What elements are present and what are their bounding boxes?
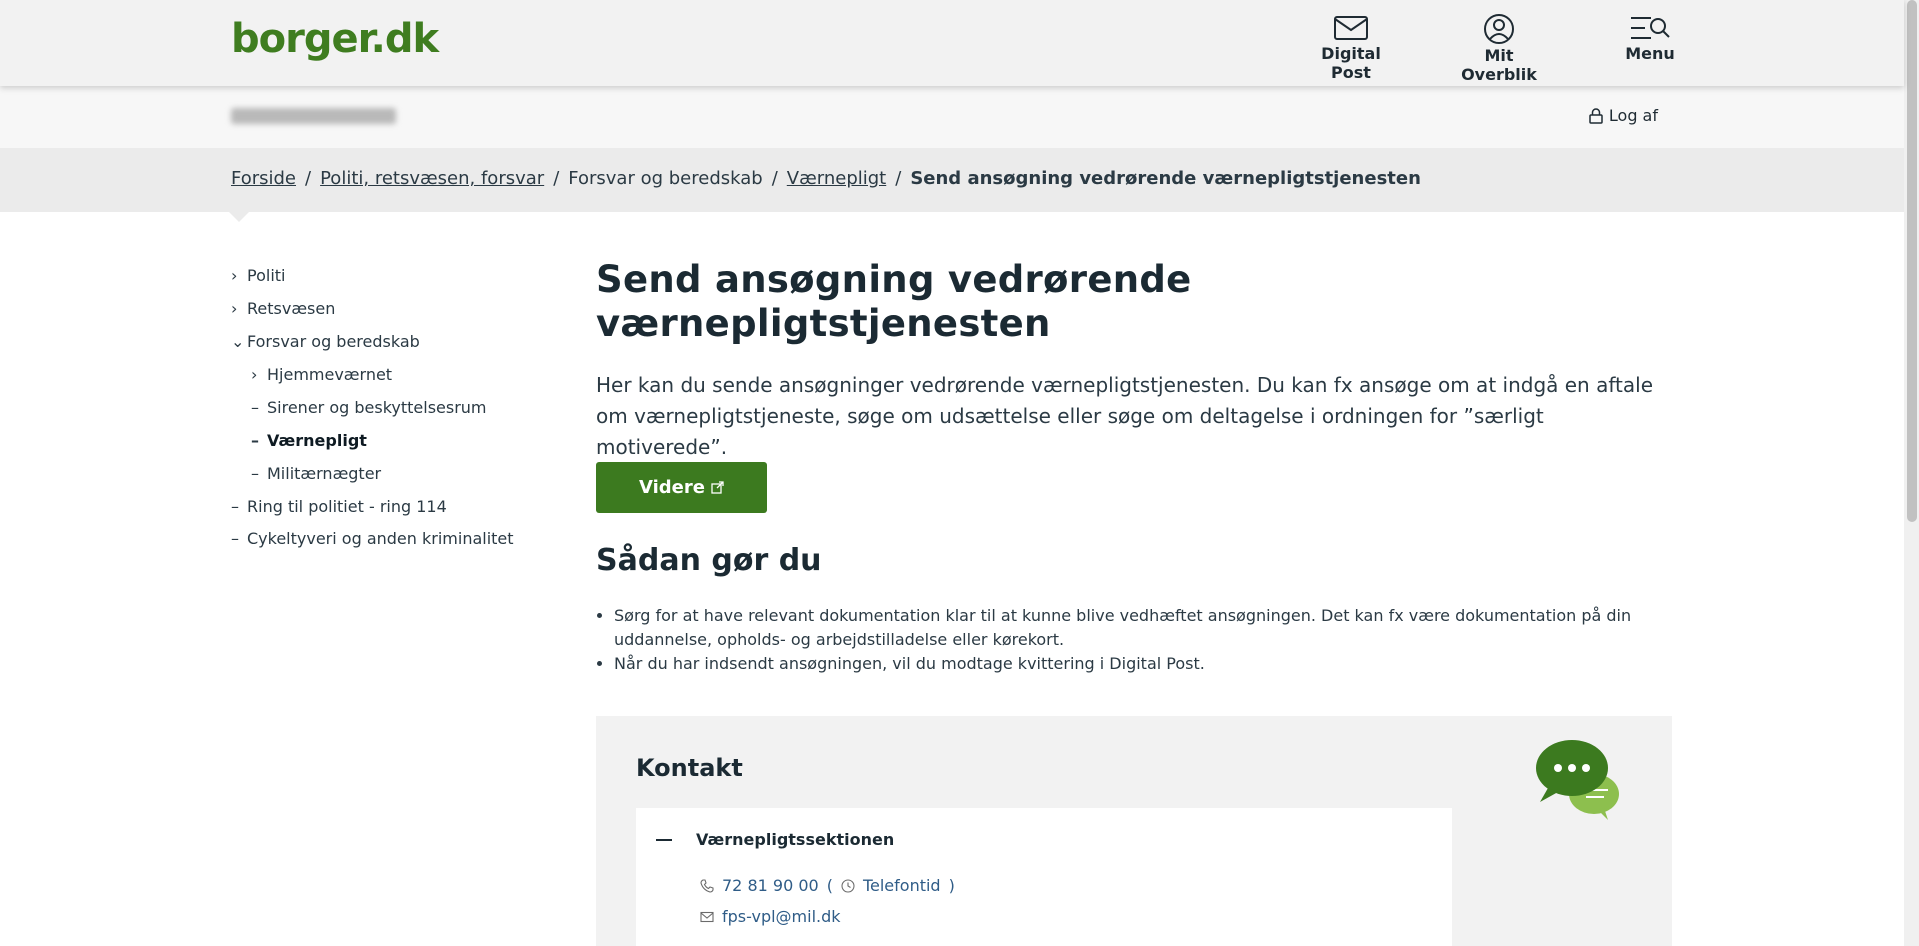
lead-paragraph: Her kan du sende ansøgninger vedrørende … bbox=[596, 373, 1653, 459]
videre-button[interactable]: Videre bbox=[596, 462, 767, 513]
digital-post-label: Digital Post bbox=[1321, 44, 1381, 82]
digital-post-button[interactable]: Digital Post bbox=[1301, 14, 1401, 82]
main-content: Send ansøgning vedrørende værnepligtstje… bbox=[596, 258, 1672, 673]
menu-label: Menu bbox=[1625, 44, 1675, 63]
breadcrumb-current: Send ansøgning vedrørende værnepligtstje… bbox=[910, 168, 1421, 189]
howto-list: Sørg for at have relevant dokumentation … bbox=[596, 604, 1674, 676]
contact-heading: Kontakt bbox=[636, 754, 743, 782]
sidenav-item-cykeltyveri[interactable]: – Cykeltyveri og anden kriminalitet bbox=[231, 529, 514, 548]
logout-button[interactable]: Log af bbox=[1589, 106, 1658, 125]
page-scrollbar[interactable] bbox=[1904, 0, 1919, 946]
breadcrumb-forsvar-og-beredskab: Forsvar og beredskab bbox=[568, 168, 763, 189]
sidenav-item-hjemmevaernet[interactable]: › Hjemmeværnet bbox=[251, 365, 392, 384]
breadcrumb-politi-retsvaesen-forsvar[interactable]: Politi, retsvæsen, forsvar bbox=[320, 168, 544, 189]
lock-icon bbox=[1589, 107, 1603, 124]
howto-heading: Sådan gør du bbox=[596, 543, 822, 578]
page-title: Send ansøgning vedrørende værnepligtstje… bbox=[596, 258, 1192, 345]
contact-name[interactable]: Værnepligtssektionen bbox=[696, 830, 894, 849]
contact-card: Værnepligtssektionen 72 81 90 00 ( Telef… bbox=[636, 808, 1452, 946]
logout-label: Log af bbox=[1608, 106, 1658, 125]
sidenav-item-sirener[interactable]: – Sirener og beskyttelsesrum bbox=[251, 398, 487, 417]
borger-dk-logo[interactable]: borger.dk bbox=[231, 16, 439, 62]
mit-overblik-button[interactable]: Mit Overblik bbox=[1446, 14, 1552, 84]
phone-row: 72 81 90 00 ( Telefontid ) bbox=[700, 876, 955, 895]
list-item: Når du har indsendt ansøgningen, vil du … bbox=[614, 652, 1674, 676]
clock-icon bbox=[841, 878, 855, 893]
breadcrumb-bar: Forside / Politi, retsvæsen, forsvar / Forsv… bbox=[0, 148, 1904, 212]
user-circle-icon bbox=[1484, 14, 1514, 44]
breadcrumb-forside[interactable]: Forside bbox=[231, 168, 296, 189]
sidenav-item-forsvar-og-beredskab[interactable]: ⌄ Forsvar og beredskab bbox=[231, 332, 420, 351]
breadcrumb: Forside / Politi, retsvæsen, forsvar / Forsv… bbox=[231, 168, 1421, 189]
paren-close: ) bbox=[948, 876, 955, 895]
menu-search-icon bbox=[1631, 17, 1670, 39]
scrollbar-thumb[interactable] bbox=[1907, 0, 1917, 522]
user-bar: Log af bbox=[0, 86, 1904, 148]
blurred-username bbox=[231, 108, 396, 124]
menu-button[interactable]: Menu bbox=[1620, 14, 1680, 63]
sidenav-item-politi[interactable]: › Politi bbox=[231, 266, 285, 285]
mail-icon bbox=[700, 911, 714, 923]
contact-box: Kontakt Værnepligtssektionen 72 81 90 00… bbox=[596, 716, 1672, 946]
envelope-icon bbox=[1334, 16, 1368, 40]
collapse-icon[interactable] bbox=[656, 839, 672, 841]
sidenav-item-militaernaegter[interactable]: – Militærnægter bbox=[251, 464, 381, 483]
site-header: borger.dk Digital Post Mit Overblik Menu bbox=[0, 0, 1904, 86]
videre-label: Videre bbox=[639, 477, 705, 498]
mit-overblik-label: Mit Overblik bbox=[1461, 46, 1537, 84]
list-item: Sørg for at have relevant dokumentation … bbox=[614, 604, 1674, 652]
external-link-icon bbox=[711, 481, 724, 494]
chat-bubbles-icon bbox=[1536, 740, 1619, 820]
breadcrumb-notch bbox=[229, 212, 249, 222]
sidenav-item-retsvaesen[interactable]: › Retsvæsen bbox=[231, 299, 335, 318]
breadcrumb-vaernepligt[interactable]: Værnepligt bbox=[787, 168, 886, 189]
email-link[interactable]: fps-vpl@mil.dk bbox=[722, 907, 841, 926]
sidenav-item-vaernepligt[interactable]: – Værnepligt bbox=[251, 431, 367, 450]
phone-number[interactable]: 72 81 90 00 bbox=[722, 876, 819, 895]
sidenav-item-ring-til-politiet[interactable]: – Ring til politiet - ring 114 bbox=[231, 497, 447, 516]
email-row: fps-vpl@mil.dk bbox=[700, 907, 841, 926]
phone-icon bbox=[700, 878, 714, 893]
paren-open: ( bbox=[826, 876, 833, 895]
phone-hours-link[interactable]: Telefontid bbox=[863, 876, 941, 895]
